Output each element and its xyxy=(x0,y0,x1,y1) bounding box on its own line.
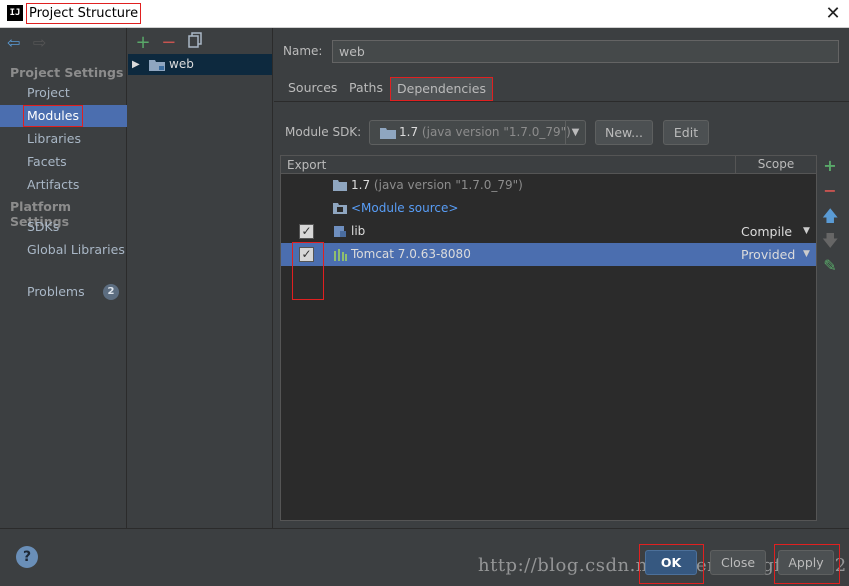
nav-arrows: ⇦ ⇨ xyxy=(7,34,51,52)
module-content: Name: web Sources Paths Dependencies Mod… xyxy=(274,28,849,528)
remove-dependency-icon[interactable]: − xyxy=(822,183,838,199)
scope-select-tomcat[interactable]: Provided xyxy=(741,243,795,266)
edit-pencil-icon[interactable]: ✎ xyxy=(822,258,838,274)
move-up-icon[interactable]: 🡅 xyxy=(822,208,838,224)
move-down-icon[interactable]: 🡇 xyxy=(822,233,838,249)
table-row-lib[interactable]: ✓ lib Compile ▼ xyxy=(281,220,816,243)
row-label-tomcat: Tomcat 7.0.63-8080 xyxy=(351,247,471,261)
scope-column-header[interactable]: Scope xyxy=(735,156,816,173)
chevron-down-icon[interactable]: ▼ xyxy=(803,220,810,243)
export-checkbox-lib[interactable]: ✓ xyxy=(299,224,314,239)
close-window-icon[interactable]: ✕ xyxy=(824,5,842,23)
table-header: Export Scope xyxy=(281,156,816,174)
intellij-logo-icon: IJ xyxy=(7,5,23,21)
window-title: Project Structure xyxy=(26,3,142,24)
tree-item-web[interactable]: ▶ web xyxy=(128,54,272,75)
tab-sources[interactable]: Sources xyxy=(282,77,343,101)
ok-highlight-box xyxy=(639,544,704,584)
name-label: Name: xyxy=(283,44,323,58)
apply-highlight-box xyxy=(774,544,840,584)
help-icon[interactable]: ? xyxy=(16,546,38,568)
title-bar: IJ Project Structure ✕ xyxy=(0,0,849,28)
sidebar-item-sdks[interactable]: SDKs xyxy=(0,216,127,238)
remove-icon[interactable]: − xyxy=(158,33,180,53)
sidebar-item-facets[interactable]: Facets xyxy=(0,151,127,173)
tree-item-label: web xyxy=(169,57,194,71)
module-name-input[interactable]: web xyxy=(332,40,839,63)
dependencies-table: Export Scope 1.7 (java version "1.7.0_79… xyxy=(280,155,817,521)
checkbox-highlight-box xyxy=(292,242,324,300)
edit-sdk-button[interactable]: Edit xyxy=(663,120,709,145)
close-button[interactable]: Close xyxy=(710,550,766,575)
sidebar-item-modules-label: Modules xyxy=(23,105,83,127)
sdk-version: 1.7 xyxy=(399,125,419,139)
new-sdk-button[interactable]: New... xyxy=(595,120,653,145)
back-arrow-icon[interactable]: ⇦ xyxy=(7,34,25,52)
library-icon xyxy=(334,226,346,237)
expand-arrow-icon[interactable]: ▶ xyxy=(132,54,140,75)
module-toolbar: + − xyxy=(132,32,206,53)
tab-dependencies[interactable]: Dependencies xyxy=(390,77,493,101)
module-tree-panel: + − ▶ web xyxy=(128,28,273,528)
chevron-down-icon[interactable]: ▼ xyxy=(803,243,810,266)
problems-count-badge: 2 xyxy=(103,284,119,300)
row-label-module-source: <Module source> xyxy=(351,201,459,215)
table-row-jdk[interactable]: 1.7 (java version "1.7.0_79") xyxy=(281,174,816,197)
jdk-detail: (java version "1.7.0_79") xyxy=(373,178,523,192)
export-column-header[interactable]: Export xyxy=(287,158,326,172)
copy-icon[interactable] xyxy=(184,32,206,52)
scope-select-lib[interactable]: Compile xyxy=(741,220,792,243)
module-sdk-select[interactable]: 1.7 (java version "1.7.0_79") ▼ xyxy=(369,120,586,145)
sdk-value: 1.7 (java version "1.7.0_79") xyxy=(399,121,571,144)
tab-divider xyxy=(274,101,849,102)
problems-label: Problems xyxy=(27,284,85,299)
sdk-folder-icon xyxy=(380,128,396,139)
sidebar-item-problems[interactable]: Problems 2 xyxy=(0,281,127,303)
tomcat-library-icon xyxy=(334,249,347,261)
table-row-module-source[interactable]: <Module source> xyxy=(281,197,816,220)
sidebar-item-artifacts[interactable]: Artifacts xyxy=(0,174,127,196)
dialog-footer: ? http://blog.csdn.net/chengtengfei1862 … xyxy=(0,528,849,586)
jdk-folder-icon xyxy=(333,180,347,191)
sidebar-item-project[interactable]: Project xyxy=(0,82,127,104)
forward-arrow-icon[interactable]: ⇨ xyxy=(33,34,51,52)
sidebar-item-modules[interactable]: Modules xyxy=(0,105,127,127)
module-sdk-label: Module SDK: xyxy=(285,125,362,139)
source-folder-icon xyxy=(333,203,347,214)
sdk-detail: (java version "1.7.0_79") xyxy=(421,125,571,139)
add-dependency-icon[interactable]: + xyxy=(822,158,838,174)
section-project-settings: Project Settings xyxy=(10,65,124,80)
row-label-jdk: 1.7 (java version "1.7.0_79") xyxy=(351,174,523,197)
chevron-down-icon[interactable]: ▼ xyxy=(565,121,585,144)
sidebar-item-global-libraries[interactable]: Global Libraries xyxy=(0,239,127,261)
sidebar-item-libraries[interactable]: Libraries xyxy=(0,128,127,150)
jdk-name: 1.7 xyxy=(351,178,371,192)
settings-sidebar: ⇦ ⇨ Project Settings Project Modules Lib… xyxy=(0,28,127,528)
module-folder-icon xyxy=(149,60,165,71)
tab-paths[interactable]: Paths xyxy=(343,77,389,101)
table-row-tomcat[interactable]: ✓ Tomcat 7.0.63-8080 Provided ▼ xyxy=(281,243,816,266)
add-icon[interactable]: + xyxy=(132,33,154,53)
row-label-lib: lib xyxy=(351,224,366,238)
